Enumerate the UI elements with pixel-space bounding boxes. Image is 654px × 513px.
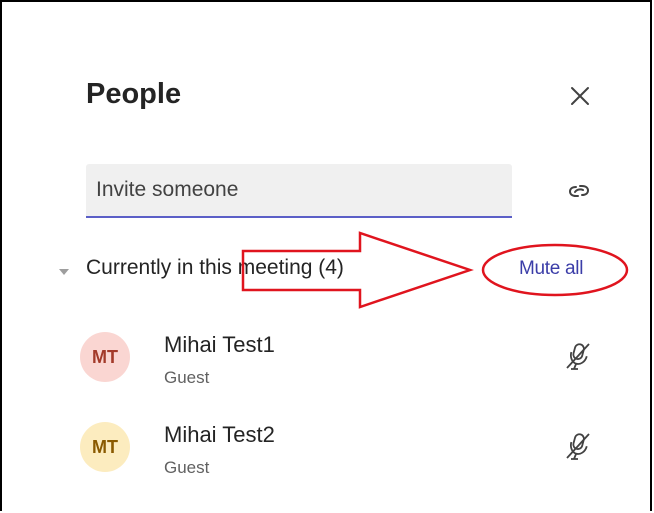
avatar-initials: MT bbox=[92, 346, 118, 367]
participant-role: Guest bbox=[164, 368, 210, 387]
avatar: MT bbox=[80, 332, 130, 382]
participant-row[interactable]: MT Mihai Test2 Guest bbox=[0, 408, 654, 488]
mic-off-icon bbox=[566, 343, 590, 370]
participant-name: Mihai Test1 bbox=[164, 332, 275, 357]
link-icon bbox=[568, 185, 590, 197]
participant-row[interactable]: MT Mihai Test1 Guest bbox=[0, 318, 654, 398]
invite-search-box[interactable] bbox=[86, 164, 512, 218]
panel-title: People bbox=[86, 78, 182, 110]
avatar-initials: MT bbox=[92, 436, 118, 457]
mute-participant-button[interactable] bbox=[562, 340, 594, 372]
section-header-currently-in-meeting[interactable]: Currently in this meeting (4) bbox=[86, 256, 344, 280]
invite-input[interactable] bbox=[86, 164, 512, 216]
close-icon bbox=[571, 87, 589, 105]
chevron-down-icon[interactable] bbox=[58, 264, 70, 275]
mute-all-button[interactable]: Mute all bbox=[519, 258, 583, 280]
avatar: MT bbox=[80, 422, 130, 472]
mic-off-icon bbox=[566, 433, 590, 460]
participant-name: Mihai Test2 bbox=[164, 422, 275, 447]
copy-link-button[interactable] bbox=[564, 176, 594, 206]
close-button[interactable] bbox=[566, 82, 594, 110]
mute-participant-button[interactable] bbox=[562, 430, 594, 462]
participant-role: Guest bbox=[164, 458, 210, 477]
